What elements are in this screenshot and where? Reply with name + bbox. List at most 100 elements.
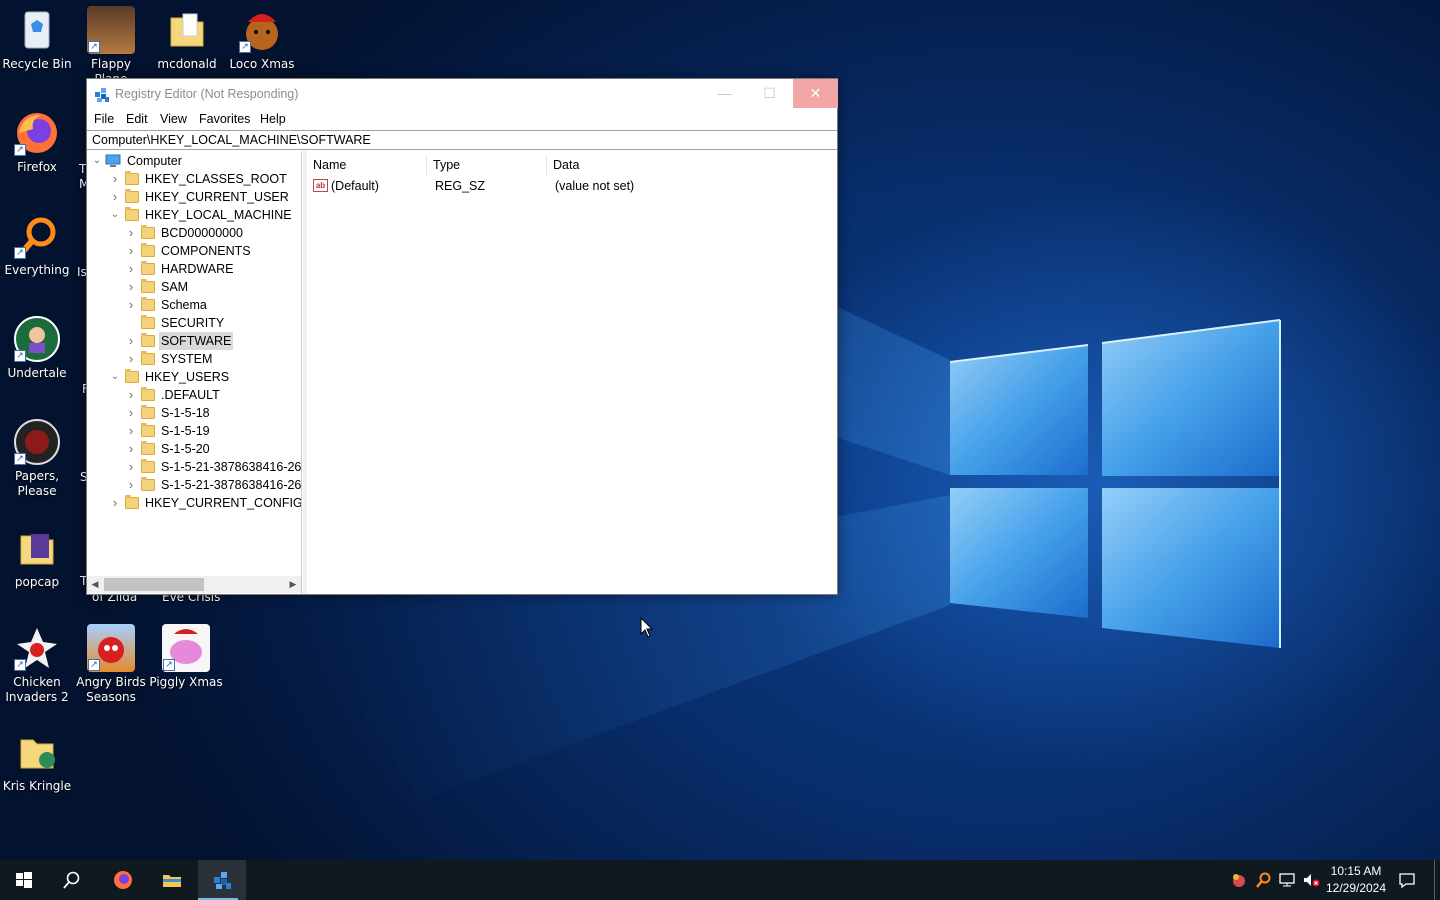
taskbar-firefox[interactable] [99, 860, 147, 900]
chevron-right-icon[interactable]: › [125, 296, 137, 314]
folder-icon [125, 369, 139, 383]
desktop-icon-label: Chicken Invaders 2 [5, 675, 69, 704]
tree-node[interactable]: › SAM [87, 278, 301, 296]
desktop-icon-kris-kringle[interactable]: Kris Kringle [0, 728, 74, 794]
close-button[interactable]: ✕ [793, 79, 838, 108]
registry-editor-icon [95, 88, 109, 102]
search-button[interactable] [48, 860, 96, 900]
chevron-down-icon[interactable]: ⌄ [109, 206, 121, 224]
notification-center-icon[interactable] [1398, 871, 1416, 889]
tree-node-label: HKEY_CLASSES_ROOT [145, 172, 287, 186]
desktop-icon-label: Piggly Xmas [149, 675, 223, 689]
desktop-icon-recycle-bin[interactable]: Recycle Bin [0, 6, 74, 72]
tree-node[interactable]: › HKEY_CLASSES_ROOT [87, 170, 301, 188]
tree-node[interactable]: › S-1-5-21-3878638416-2640 [87, 458, 301, 476]
chevron-right-icon[interactable]: › [125, 260, 137, 278]
tray-app-icon[interactable] [1230, 871, 1248, 889]
taskbar-clock[interactable]: 10:15 AM 12/29/2024 [1322, 863, 1390, 897]
chevron-right-icon[interactable]: › [125, 440, 137, 458]
chevron-right-icon[interactable]: › [125, 422, 137, 440]
address-bar[interactable]: Computer\HKEY_LOCAL_MACHINE\SOFTWARE [87, 130, 837, 150]
value-name[interactable]: (Default) [331, 177, 379, 195]
maximize-button[interactable]: ☐ [747, 79, 792, 108]
menu-help[interactable]: Help [260, 112, 286, 126]
tree-node[interactable]: › HARDWARE [87, 260, 301, 278]
desktop-icon-undertale[interactable]: ↗ Undertale [0, 315, 74, 381]
tree-node[interactable]: › .DEFAULT [87, 386, 301, 404]
show-desktop-button[interactable] [1434, 860, 1440, 900]
tree-node[interactable]: › SOFTWARE [87, 332, 301, 350]
chevron-right-icon[interactable]: › [125, 242, 137, 260]
registry-editor-window[interactable]: Registry Editor (Not Responding) — ☐ ✕ F… [86, 78, 838, 595]
column-header-name[interactable]: Name [307, 155, 427, 175]
tree-node-label: COMPONENTS [161, 244, 251, 258]
volume-muted-icon[interactable] [1302, 871, 1320, 889]
chevron-right-icon[interactable]: › [109, 188, 121, 206]
tree-node[interactable]: SECURITY [87, 314, 301, 332]
tray-everything-icon[interactable] [1254, 871, 1272, 889]
desktop-icon-popcap[interactable]: popcap [0, 524, 74, 590]
chevron-down-icon[interactable]: ⌄ [91, 152, 103, 170]
chevron-right-icon[interactable]: › [125, 350, 137, 368]
desktop-icon-piggly-xmas[interactable]: ↗ Piggly Xmas [149, 624, 223, 690]
folder-icon [141, 351, 155, 365]
chevron-right-icon[interactable]: › [125, 278, 137, 296]
menu-edit[interactable]: Edit [126, 112, 148, 126]
chevron-right-icon[interactable]: › [125, 332, 137, 350]
tree-node[interactable]: › SYSTEM [87, 350, 301, 368]
folder-icon [141, 387, 155, 401]
network-icon[interactable] [1278, 871, 1296, 889]
desktop-icon-flappy-plane[interactable]: ↗ Flappy Plane [74, 6, 148, 87]
scroll-left-arrow-icon[interactable]: ◀ [87, 576, 103, 593]
chevron-right-icon[interactable]: › [125, 386, 137, 404]
chevron-right-icon[interactable]: › [109, 170, 121, 188]
tree-node[interactable]: › S-1-5-21-3878638416-2640 [87, 476, 302, 494]
desktop-icon-angry-birds-seasons[interactable]: ↗ Angry Birds Seasons [74, 624, 148, 705]
scroll-right-arrow-icon[interactable]: ▶ [285, 576, 301, 593]
desktop-icon-firefox[interactable]: ↗ Firefox [0, 109, 74, 175]
menu-view[interactable]: View [160, 112, 187, 126]
taskbar-file-explorer[interactable] [148, 860, 196, 900]
desktop-icon-chicken-invaders-2[interactable]: ↗ Chicken Invaders 2 [0, 624, 74, 705]
tree-node[interactable]: ⌄ HKEY_USERS [87, 368, 301, 386]
taskbar-registry-editor[interactable] [198, 860, 246, 900]
chevron-right-icon[interactable]: › [125, 458, 137, 476]
desktop-icon-everything[interactable]: ↗ Everything [0, 212, 74, 278]
tree-node[interactable]: › HKEY_CURRENT_CONFIG [87, 494, 301, 512]
folder-icon [141, 225, 155, 239]
horizontal-scrollbar[interactable]: ◀ ▶ [87, 576, 301, 593]
chevron-right-icon[interactable]: › [125, 476, 137, 494]
minimize-button[interactable]: — [702, 79, 747, 108]
tree-node[interactable]: ⌄ HKEY_LOCAL_MACHINE [87, 206, 301, 224]
tree-node-label: Schema [161, 298, 207, 312]
string-value-icon: ab [313, 179, 328, 192]
values-list[interactable]: Name Type Data ab (Default) REG_SZ (valu… [307, 151, 837, 594]
chevron-right-icon[interactable]: › [125, 224, 137, 242]
clock-date: 12/29/2024 [1325, 881, 1387, 895]
menu-file[interactable]: File [94, 112, 114, 126]
tree-node-label: S-1-5-21-3878638416-2640 [161, 478, 302, 492]
column-header-data[interactable]: Data [547, 155, 667, 175]
tree-node[interactable]: › S-1-5-19 [87, 422, 301, 440]
tree-node[interactable]: › S-1-5-20 [87, 440, 301, 458]
desktop-icon-loco-xmas[interactable]: ↗ Loco Xmas [225, 6, 299, 72]
desktop-icon-papers-please[interactable]: ↗ Papers, Please [0, 418, 74, 499]
taskbar [0, 860, 1440, 900]
tree-node[interactable]: › Schema [87, 296, 301, 314]
tree-node[interactable]: › COMPONENTS [87, 242, 301, 260]
column-header-type[interactable]: Type [427, 155, 547, 175]
desktop-icon-mcdonald[interactable]: mcdonald [150, 6, 224, 72]
start-button[interactable] [0, 860, 48, 900]
registry-tree[interactable]: ⌄ Computer › HKEY_CLASSES_ROOT › HKEY_CURRENT… [87, 151, 302, 594]
tree-node[interactable]: › BCD00000000 [87, 224, 301, 242]
tree-node[interactable]: ⌄ Computer [87, 152, 301, 170]
title-bar[interactable]: Registry Editor (Not Responding) — ☐ ✕ [87, 79, 838, 109]
tree-node[interactable]: › S-1-5-18 [87, 404, 301, 422]
tree-node[interactable]: › HKEY_CURRENT_USER [87, 188, 301, 206]
chevron-right-icon[interactable]: › [109, 494, 121, 512]
desktop-icon-label: Firefox [17, 160, 57, 174]
chevron-right-icon[interactable]: › [125, 404, 137, 422]
scrollbar-thumb[interactable] [104, 578, 204, 591]
menu-favorites[interactable]: Favorites [199, 112, 250, 126]
chevron-down-icon[interactable]: ⌄ [109, 368, 121, 386]
